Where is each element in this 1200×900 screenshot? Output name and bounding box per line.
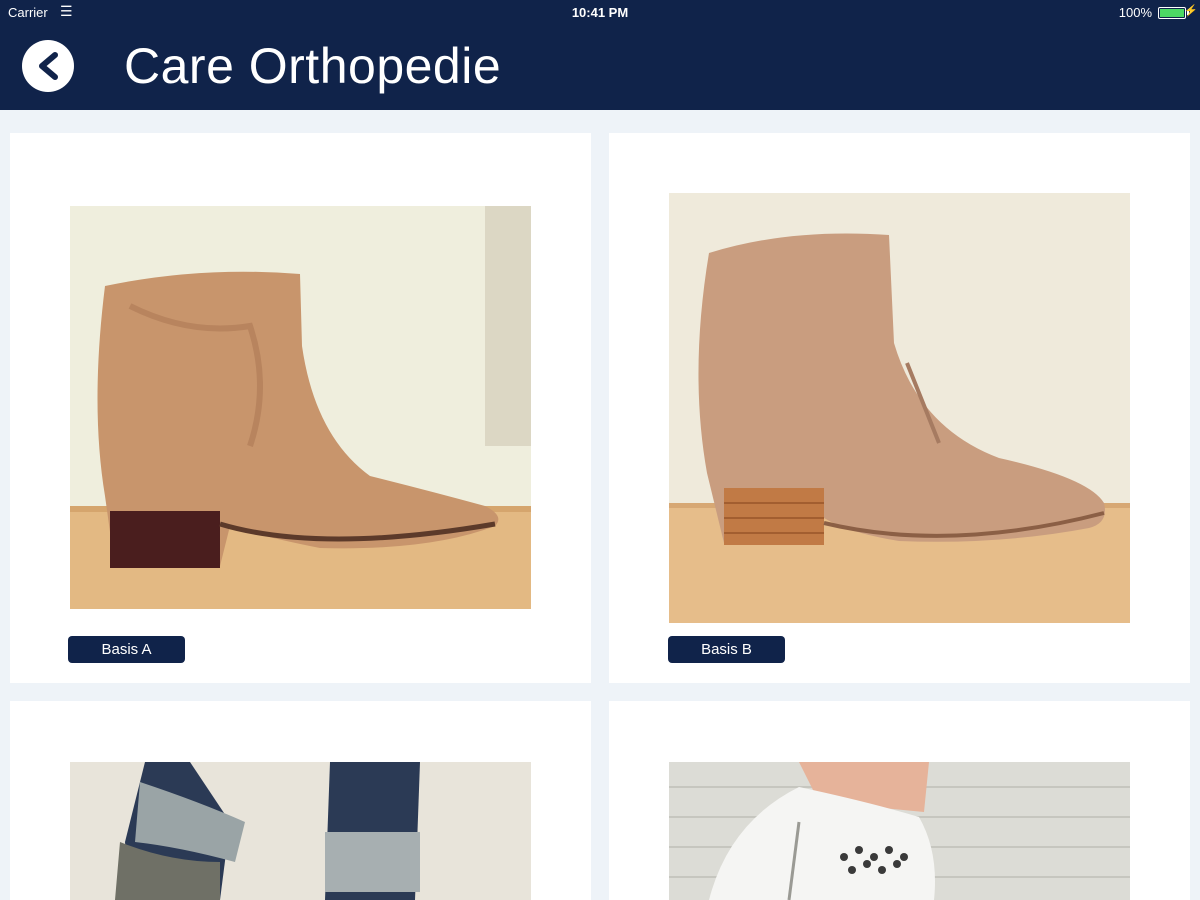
navigation-bar: Carrier ☰ 10:41 PM 100% ⚡ Care Orthopedi… — [0, 0, 1200, 110]
charging-icon: ⚡ — [1184, 5, 1198, 17]
back-button[interactable] — [22, 40, 74, 92]
product-card[interactable]: Basis A — [10, 133, 591, 683]
product-image — [669, 193, 1130, 623]
chevron-left-icon — [39, 52, 58, 80]
page-title: Care Orthopedie — [124, 38, 502, 94]
product-image — [70, 762, 531, 900]
product-card[interactable] — [10, 701, 591, 900]
product-label-button[interactable]: Basis A — [68, 636, 185, 663]
product-card[interactable] — [609, 701, 1190, 900]
clock: 10:41 PM — [571, 5, 629, 20]
product-image — [70, 206, 531, 609]
product-label-button[interactable]: Basis B — [668, 636, 785, 663]
battery-percent: 100% — [1118, 5, 1152, 20]
battery-icon — [1158, 7, 1189, 19]
product-card[interactable]: Basis B — [609, 133, 1190, 683]
status-bar: Carrier ☰ 10:41 PM 100% ⚡ — [0, 0, 1200, 26]
product-image — [669, 762, 1130, 900]
